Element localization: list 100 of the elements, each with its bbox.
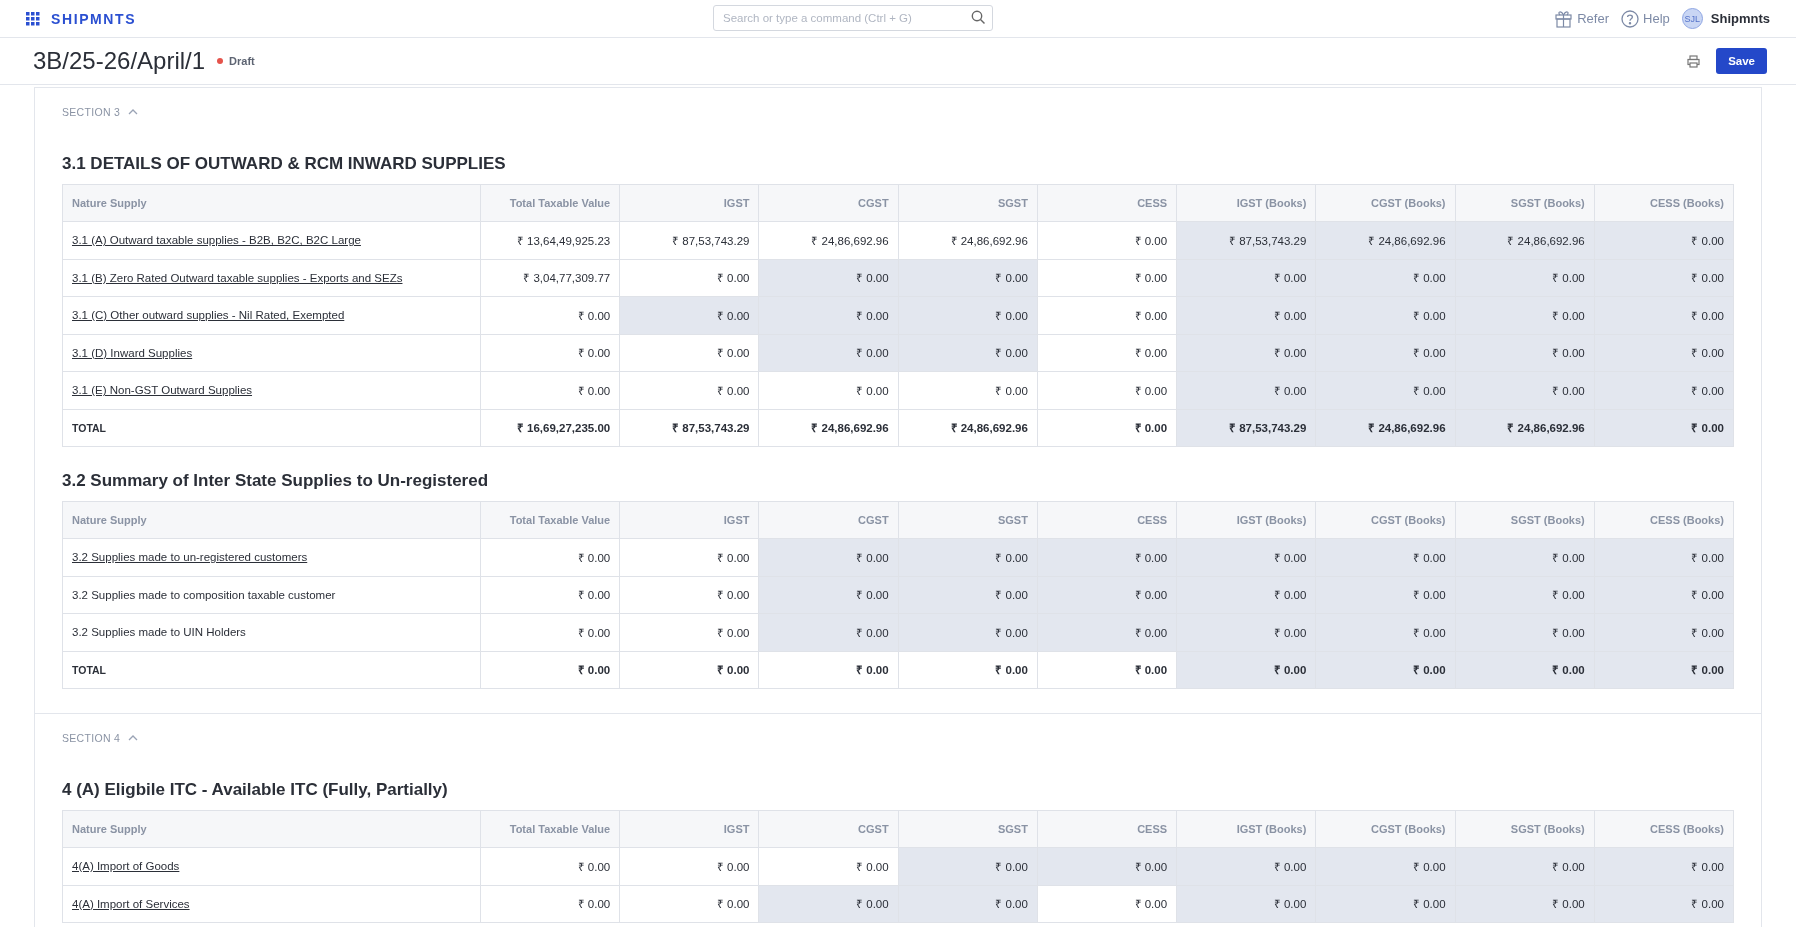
column-header: IGST (Books) <box>1176 184 1316 222</box>
amount-cell: ₹ 0.00 <box>480 885 620 923</box>
amount-cell: ₹ 0.00 <box>619 885 759 923</box>
amount-cell: ₹ 0.00 <box>1037 847 1177 885</box>
amount-cell: ₹ 0.00 <box>898 847 1038 885</box>
amount-cell: ₹ 0.00 <box>480 371 620 409</box>
amount-cell: ₹ 0.00 <box>480 576 620 614</box>
amount-cell: ₹ 0.00 <box>1594 334 1734 372</box>
supply-link[interactable]: 4(A) Import of Services <box>72 897 190 910</box>
column-header: CGST <box>758 184 899 222</box>
app-grid-icon[interactable] <box>26 11 40 26</box>
table-cell: 3.2 Supplies made to UIN Holders <box>62 613 481 651</box>
amount-cell: ₹ 0.00 <box>758 885 899 923</box>
amount-cell: ₹ 0.00 <box>619 259 759 297</box>
amount-cell: ₹ 24,86,692.96 <box>1455 221 1595 259</box>
amount-cell: ₹ 0.00 <box>1176 334 1316 372</box>
amount-cell: ₹ 16,69,27,235.00 <box>480 409 620 447</box>
amount-cell: ₹ 0.00 <box>1594 847 1734 885</box>
amount-cell: ₹ 0.00 <box>1455 885 1595 923</box>
amount-cell: ₹ 0.00 <box>898 651 1038 689</box>
search-icon <box>971 10 986 25</box>
amount-cell: ₹ 0.00 <box>1315 576 1456 614</box>
search-field[interactable]: Search or type a command (Ctrl + G) <box>713 5 993 31</box>
user-name[interactable]: Shipmnts <box>1710 11 1770 26</box>
amount-cell: ₹ 13,64,49,925.23 <box>480 221 620 259</box>
document-title: 3B/25-26/April/1 <box>33 47 206 75</box>
amount-cell: ₹ 0.00 <box>1455 371 1595 409</box>
amount-cell: ₹ 0.00 <box>1455 259 1595 297</box>
amount-cell: ₹ 0.00 <box>898 613 1038 651</box>
amount-cell: ₹ 0.00 <box>1594 651 1734 689</box>
column-header: Nature Supply <box>62 501 481 539</box>
amount-cell: ₹ 0.00 <box>619 576 759 614</box>
amount-cell: ₹ 0.00 <box>1037 885 1177 923</box>
section-label: SECTION 4 <box>62 732 121 744</box>
total-label: TOTAL <box>62 409 481 447</box>
supply-link[interactable]: 4(A) Import of Goods <box>72 860 180 873</box>
status-dot <box>217 58 224 64</box>
amount-cell: ₹ 0.00 <box>1594 221 1734 259</box>
column-header: IGST <box>619 501 759 539</box>
amount-cell: ₹ 24,86,692.96 <box>758 221 899 259</box>
column-header: CGST (Books) <box>1315 810 1456 848</box>
table-title: 4 (A) Eligbile ITC - Available ITC (Fully, Partially) <box>62 780 449 800</box>
amount-cell: ₹ 0.00 <box>1037 538 1177 576</box>
amount-cell: ₹ 0.00 <box>898 885 1038 923</box>
amount-cell: ₹ 0.00 <box>480 651 620 689</box>
save-button[interactable]: Save <box>1716 48 1767 74</box>
amount-cell: ₹ 0.00 <box>1455 576 1595 614</box>
amount-cell: ₹ 24,86,692.96 <box>898 221 1038 259</box>
amount-cell: ₹ 0.00 <box>758 538 899 576</box>
column-header: SGST <box>898 501 1038 539</box>
amount-cell: ₹ 0.00 <box>1037 576 1177 614</box>
amount-cell: ₹ 3,04,77,309.77 <box>480 259 620 297</box>
amount-cell: ₹ 0.00 <box>898 296 1038 334</box>
supply-link[interactable]: 3.1 (E) Non-GST Outward Supplies <box>72 384 253 397</box>
column-header: SGST <box>898 810 1038 848</box>
help-icon <box>1621 9 1639 28</box>
amount-cell: ₹ 0.00 <box>1315 296 1456 334</box>
table-title: 3.1 DETAILS OF OUTWARD & RCM INWARD SUPPLIES <box>62 154 507 174</box>
help-link[interactable]: Help <box>1621 9 1670 28</box>
column-header: SGST <box>898 184 1038 222</box>
amount-cell: ₹ 0.00 <box>480 296 620 334</box>
amount-cell: ₹ 0.00 <box>1037 651 1177 689</box>
amount-cell: ₹ 0.00 <box>1594 259 1734 297</box>
status-label: Draft <box>229 55 255 67</box>
amount-cell: ₹ 0.00 <box>758 371 899 409</box>
amount-cell: ₹ 0.00 <box>1176 847 1316 885</box>
column-header: Total Taxable Value <box>480 501 620 539</box>
amount-cell: ₹ 0.00 <box>758 334 899 372</box>
amount-cell: ₹ 24,86,692.96 <box>1455 409 1595 447</box>
amount-cell: ₹ 0.00 <box>1315 259 1456 297</box>
amount-cell: ₹ 0.00 <box>1594 613 1734 651</box>
amount-cell: ₹ 0.00 <box>1315 885 1456 923</box>
amount-cell: ₹ 0.00 <box>1176 538 1316 576</box>
column-header: IGST (Books) <box>1176 810 1316 848</box>
amount-cell: ₹ 0.00 <box>1176 651 1316 689</box>
column-header: SGST (Books) <box>1455 810 1595 848</box>
amount-cell: ₹ 0.00 <box>1037 296 1177 334</box>
amount-cell: ₹ 0.00 <box>1455 296 1595 334</box>
amount-cell: ₹ 0.00 <box>1594 409 1734 447</box>
brand-logo[interactable]: SHIPMNTS <box>51 10 137 27</box>
supply-link[interactable]: 3.1 (D) Inward Supplies <box>72 346 193 359</box>
amount-cell: ₹ 0.00 <box>898 576 1038 614</box>
amount-cell: ₹ 0.00 <box>758 847 899 885</box>
amount-cell: ₹ 0.00 <box>1315 847 1456 885</box>
chevron-up-icon[interactable] <box>128 109 139 115</box>
chevron-up-icon[interactable] <box>128 735 139 741</box>
column-header: SGST (Books) <box>1455 184 1595 222</box>
amount-cell: ₹ 0.00 <box>1455 847 1595 885</box>
print-icon[interactable] <box>1687 54 1701 68</box>
amount-cell: ₹ 24,86,692.96 <box>1315 221 1456 259</box>
column-header: CESS (Books) <box>1594 810 1734 848</box>
column-header: Nature Supply <box>62 184 481 222</box>
amount-cell: ₹ 0.00 <box>1176 296 1316 334</box>
amount-cell: ₹ 0.00 <box>619 334 759 372</box>
supply-link[interactable]: 3.2 Supplies made to un-registered customers <box>72 551 308 564</box>
total-label: TOTAL <box>62 651 481 689</box>
amount-cell: ₹ 0.00 <box>1455 538 1595 576</box>
column-header: CESS <box>1037 810 1177 848</box>
amount-cell: ₹ 0.00 <box>480 613 620 651</box>
table-title: 3.2 Summary of Inter State Supplies to Un-registered <box>62 471 490 491</box>
